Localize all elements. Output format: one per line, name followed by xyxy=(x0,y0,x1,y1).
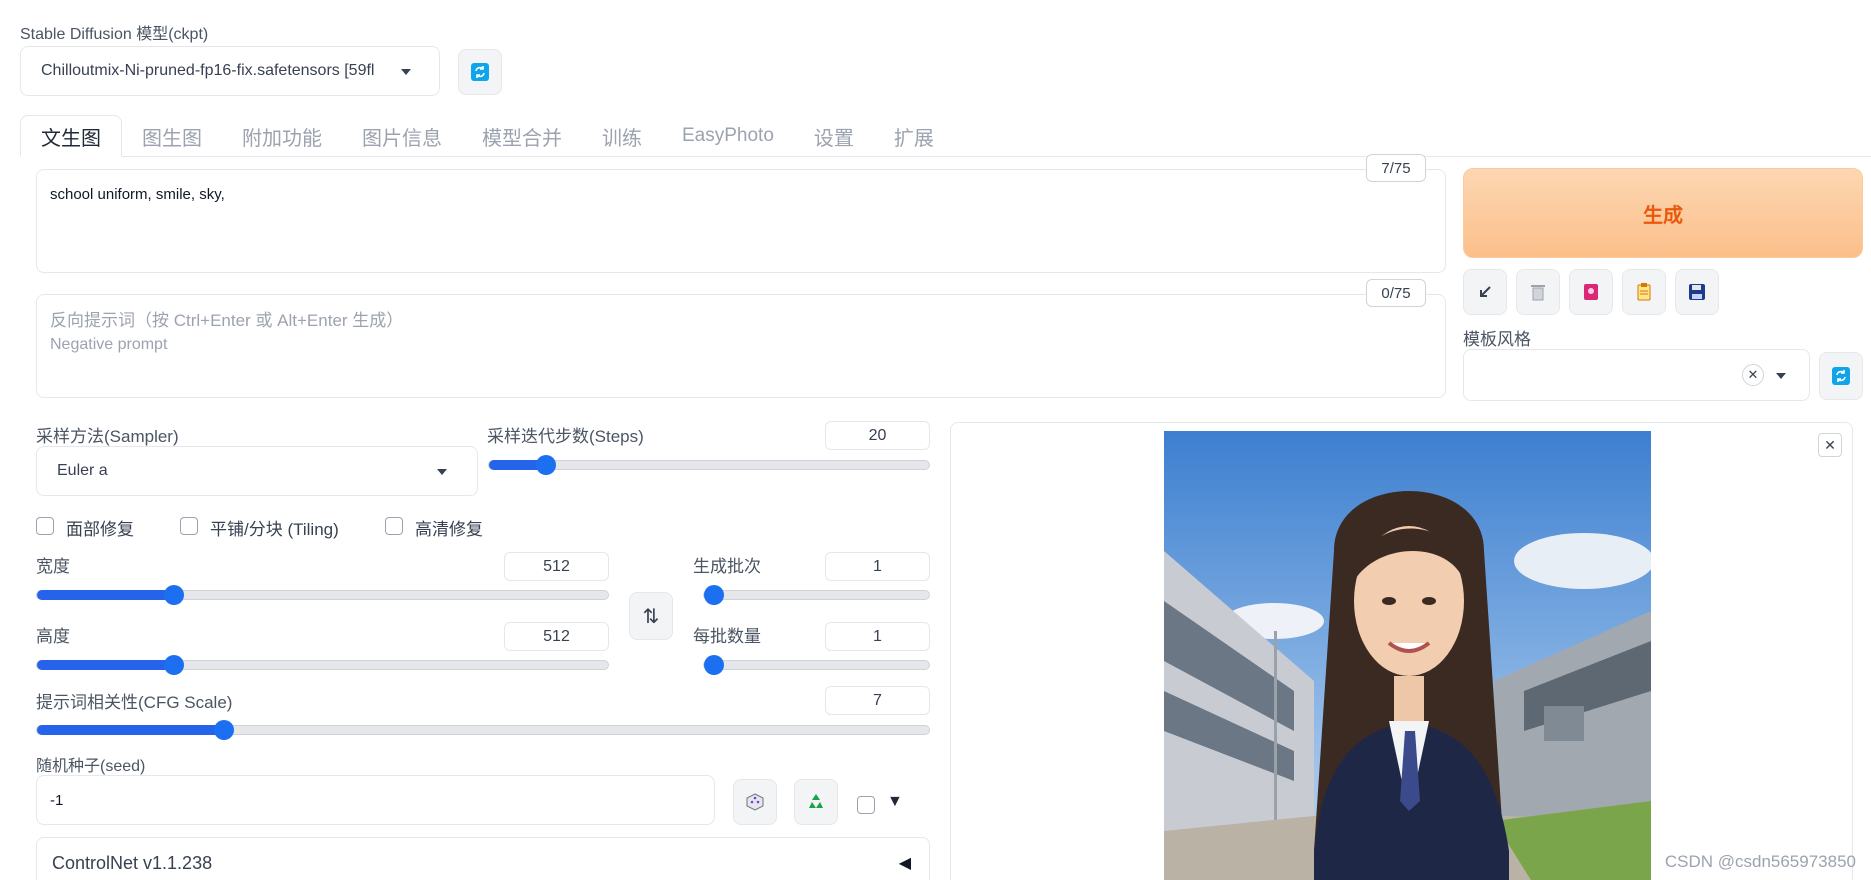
extra-networks-button[interactable] xyxy=(1569,269,1613,315)
model-dropdown[interactable]: Chilloutmix-Ni-pruned-fp16-fix.safetenso… xyxy=(20,46,440,96)
close-image-button[interactable]: ✕ xyxy=(1818,433,1842,457)
arrow-down-left-icon xyxy=(1480,286,1491,297)
cfg-slider-thumb[interactable] xyxy=(214,720,235,740)
tab-checkpoint-merger[interactable]: 模型合并 xyxy=(462,115,582,157)
model-selected: Chilloutmix-Ni-pruned-fp16-fix.safetenso… xyxy=(41,62,375,79)
model-refresh-button[interactable] xyxy=(458,49,502,95)
tab-train[interactable]: 训练 xyxy=(582,115,662,157)
prompt-token-counter: 7/75 xyxy=(1366,154,1426,182)
swap-dimensions-button[interactable]: ⇅ xyxy=(629,592,673,640)
width-input[interactable]: 512 xyxy=(504,552,609,581)
styles-dropdown[interactable]: ✕ xyxy=(1463,349,1810,401)
hires-fix-label: 高清修复 xyxy=(415,520,483,539)
read-params-button[interactable] xyxy=(1463,269,1507,315)
seed-input[interactable]: -1 xyxy=(36,775,715,825)
controlnet-label: ControlNet v1.1.238 xyxy=(52,852,213,873)
cfg-label: 提示词相关性(CFG Scale) xyxy=(36,693,233,712)
extra-seed-checkbox[interactable] xyxy=(857,796,875,814)
model-label: Stable Diffusion 模型(ckpt) xyxy=(20,26,209,43)
tiling-checkbox[interactable] xyxy=(180,517,198,535)
save-style-button[interactable] xyxy=(1675,269,1719,315)
random-seed-button[interactable] xyxy=(733,779,777,825)
steps-label: 采样迭代步数(Steps) xyxy=(487,427,644,446)
refresh-icon xyxy=(1832,367,1850,385)
reuse-seed-button[interactable] xyxy=(794,779,838,825)
sampler-value: Euler a xyxy=(57,462,108,479)
negative-prompt-textarea[interactable]: 反向提示词（按 Ctrl+Enter 或 Alt+Enter 生成） Negat… xyxy=(36,294,1446,398)
tab-easyphoto[interactable]: EasyPhoto xyxy=(662,115,794,157)
height-input[interactable]: 512 xyxy=(504,622,609,651)
steps-slider[interactable] xyxy=(488,455,930,475)
generated-image[interactable] xyxy=(1164,431,1651,880)
batch-size-input[interactable]: 1 xyxy=(825,622,930,651)
output-gallery: ✕ xyxy=(950,422,1853,880)
width-slider-thumb[interactable] xyxy=(164,585,185,605)
batch-size-label: 每批数量 xyxy=(693,627,761,646)
collapse-arrow-icon: ◀ xyxy=(898,855,911,872)
recycle-icon xyxy=(809,794,823,808)
swap-arrows-icon: ⇅ xyxy=(642,605,660,628)
hires-fix-checkbox[interactable] xyxy=(385,517,403,535)
save-icon xyxy=(1689,284,1705,300)
batch-count-input[interactable]: 1 xyxy=(825,552,930,581)
height-slider-thumb[interactable] xyxy=(164,655,185,675)
trash-icon xyxy=(1531,285,1545,301)
batch-count-slider-thumb[interactable] xyxy=(704,585,724,605)
close-icon: ✕ xyxy=(1824,436,1836,453)
tab-extensions[interactable]: 扩展 xyxy=(874,115,954,157)
tab-img2img[interactable]: 图生图 xyxy=(122,115,222,157)
sampler-dropdown[interactable]: Euler a xyxy=(36,446,478,496)
tab-txt2img[interactable]: 文生图 xyxy=(20,115,122,157)
chevron-down-icon xyxy=(437,469,447,475)
seed-label: 随机种子(seed) xyxy=(36,758,146,775)
restore-faces-checkbox[interactable] xyxy=(36,517,54,535)
controlnet-accordion[interactable]: ControlNet v1.1.238 ◀ xyxy=(36,837,930,880)
refresh-icon xyxy=(471,63,489,81)
chevron-down-icon xyxy=(1776,373,1786,379)
sampler-label: 采样方法(Sampler) xyxy=(36,427,179,446)
close-icon: ✕ xyxy=(1747,367,1759,382)
clear-styles-button[interactable]: ✕ xyxy=(1742,364,1764,386)
height-label: 高度 xyxy=(36,627,70,646)
generate-button[interactable]: 生成 xyxy=(1463,168,1863,258)
batch-count-slider[interactable] xyxy=(703,585,930,605)
tiling-label: 平铺/分块 (Tiling) xyxy=(210,520,339,539)
height-slider[interactable] xyxy=(36,655,609,675)
watermark-text: CSDN @csdn565973850 xyxy=(1664,852,1856,871)
styles-refresh-button[interactable] xyxy=(1819,352,1863,400)
batch-size-slider-thumb[interactable] xyxy=(704,655,724,675)
cfg-slider[interactable] xyxy=(36,720,930,740)
tab-png-info[interactable]: 图片信息 xyxy=(342,115,462,157)
negative-prompt-placeholder: 反向提示词（按 Ctrl+Enter 或 Alt+Enter 生成） xyxy=(50,311,404,330)
dice-icon xyxy=(746,793,764,811)
prompt-text: school uniform, smile, sky, xyxy=(50,186,225,203)
batch-size-slider[interactable] xyxy=(703,655,930,675)
batch-count-label: 生成批次 xyxy=(693,557,761,576)
extra-seed-toggle-icon[interactable]: ▼ xyxy=(887,793,903,811)
negative-token-counter: 0/75 xyxy=(1366,279,1426,307)
styles-label: 模板风格 xyxy=(1463,330,1531,349)
tab-extras[interactable]: 附加功能 xyxy=(222,115,342,157)
chevron-down-icon xyxy=(401,69,411,75)
clipboard-icon xyxy=(1637,283,1651,301)
main-tabs: 文生图 图生图 附加功能 图片信息 模型合并 训练 EasyPhoto 设置 扩… xyxy=(20,115,954,157)
negative-prompt-placeholder-en: Negative prompt xyxy=(50,336,168,353)
tab-settings[interactable]: 设置 xyxy=(794,115,874,157)
width-slider[interactable] xyxy=(36,585,609,605)
prompt-textarea[interactable]: school uniform, smile, sky, xyxy=(36,169,1446,273)
seed-value: -1 xyxy=(50,791,64,809)
apply-style-button[interactable] xyxy=(1622,269,1666,315)
clear-prompt-button[interactable] xyxy=(1516,269,1560,315)
generated-image-art xyxy=(1164,431,1651,880)
steps-input[interactable]: 20 xyxy=(825,421,930,450)
cfg-input[interactable]: 7 xyxy=(825,686,930,715)
restore-faces-label: 面部修复 xyxy=(66,520,134,539)
notebook-icon xyxy=(1584,284,1598,300)
steps-slider-thumb[interactable] xyxy=(536,455,557,475)
width-label: 宽度 xyxy=(36,557,70,576)
